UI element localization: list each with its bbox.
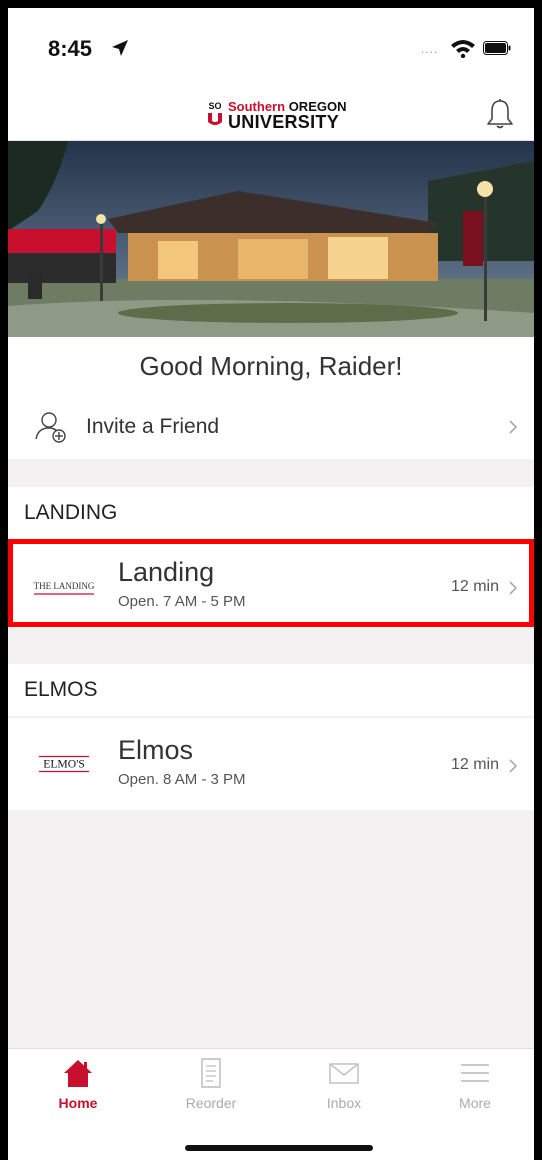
section-header-landing: LANDING bbox=[8, 487, 534, 539]
invite-friend-label: Invite a Friend bbox=[86, 415, 220, 438]
home-indicator[interactable] bbox=[185, 1145, 373, 1151]
tab-label: Inbox bbox=[326, 1095, 362, 1111]
status-bar: 8:45 .... bbox=[8, 8, 534, 84]
section-title: LANDING bbox=[24, 501, 118, 524]
wait-time: 12 min bbox=[450, 756, 499, 773]
tab-reorder[interactable]: Reorder bbox=[161, 1057, 261, 1117]
elmos-logo: ELMO'S bbox=[38, 755, 89, 773]
tab-label: Home bbox=[58, 1095, 98, 1111]
chevron-right-icon bbox=[509, 759, 518, 773]
home-icon bbox=[64, 1060, 92, 1087]
greeting-text: Good Morning, Raider! bbox=[8, 337, 534, 395]
app-screen: 8:45 .... SO Southern OREGON UNIVERSITY bbox=[8, 8, 534, 1160]
tab-label: Reorder bbox=[185, 1095, 237, 1111]
tab-more[interactable]: More bbox=[425, 1057, 525, 1117]
bell-icon[interactable] bbox=[486, 98, 514, 130]
add-person-icon bbox=[35, 412, 66, 443]
university-logo: SO Southern OREGON UNIVERSITY bbox=[206, 94, 346, 132]
receipt-icon bbox=[201, 1058, 221, 1088]
svg-text:SO: SO bbox=[208, 101, 221, 111]
section-title: ELMOS bbox=[24, 678, 98, 701]
store-hours: Open. 8 AM - 3 PM bbox=[118, 771, 246, 788]
status-time: 8:45 bbox=[48, 36, 93, 61]
hero-image bbox=[8, 141, 534, 337]
tab-home[interactable]: Home bbox=[28, 1057, 128, 1117]
section-header-elmos: ELMOS bbox=[8, 664, 534, 716]
selection-highlight bbox=[8, 539, 534, 627]
menu-icon bbox=[461, 1064, 489, 1082]
location-arrow-icon bbox=[112, 40, 128, 56]
tab-bar: Home Reorder Inbox More bbox=[8, 1048, 534, 1160]
envelope-icon bbox=[329, 1063, 359, 1084]
wifi-icon bbox=[451, 40, 475, 58]
store-name: Elmos bbox=[118, 735, 194, 765]
chevron-right-icon bbox=[509, 420, 518, 434]
invite-friend-row[interactable]: Invite a Friend bbox=[8, 395, 534, 459]
battery-icon bbox=[483, 41, 511, 55]
svg-text:ELMO'S: ELMO'S bbox=[43, 757, 85, 770]
logo-line-2: UNIVERSITY bbox=[228, 112, 340, 132]
tab-inbox[interactable]: Inbox bbox=[294, 1057, 394, 1117]
tab-label: More bbox=[459, 1095, 491, 1111]
so-mark-icon: SO bbox=[206, 100, 224, 125]
signal-icon: .... bbox=[421, 42, 439, 56]
store-row-elmos[interactable]: ELMO'S Elmos Open. 8 AM - 3 PM 12 min bbox=[8, 718, 534, 810]
app-header: SO Southern OREGON UNIVERSITY bbox=[8, 84, 534, 141]
